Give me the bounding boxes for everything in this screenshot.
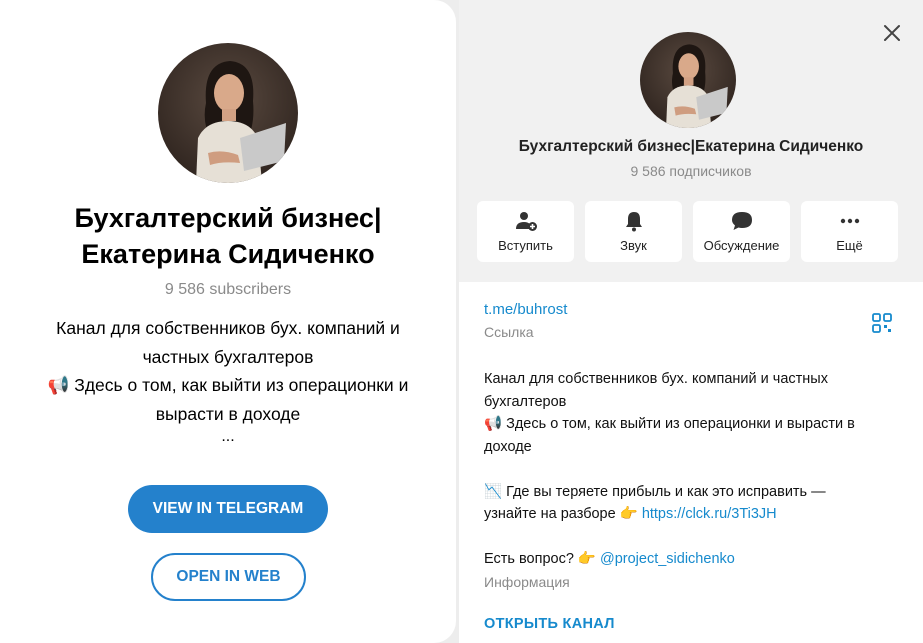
link-section: t.me/buhrost Ссылка <box>484 301 904 340</box>
channel-info-panel: Бухгалтерский бизнес|Екатерина Сидиченко… <box>459 0 923 643</box>
chat-bubble-icon <box>731 212 752 230</box>
discussion-button[interactable]: Обсуждение <box>693 201 790 262</box>
web-preview-card: Бухгалтерский бизнес| Екатерина Сидиченк… <box>0 0 456 643</box>
channel-avatar <box>158 43 298 183</box>
join-label: Вступить <box>498 238 553 253</box>
more-label: Ещё <box>836 238 863 253</box>
more-dots-icon <box>840 218 859 224</box>
sound-button[interactable]: Звук <box>585 201 682 262</box>
channel-description: Канал для собственников бух. компаний и … <box>484 368 909 571</box>
join-button[interactable]: Вступить <box>477 201 574 262</box>
description-line: 📢 Здесь о том, как выйти из операционки … <box>484 416 855 432</box>
open-in-web-button[interactable]: OPEN IN WEB <box>151 553 306 601</box>
subscriber-count: 9 586 подписчиков <box>630 163 752 179</box>
description-line: доходе <box>484 438 532 455</box>
description-spacer <box>484 526 909 549</box>
description-line: вырасти в доходе <box>155 403 301 424</box>
description-text: узнайте на разборе 👉 <box>484 506 642 522</box>
channel-avatar <box>640 32 736 128</box>
channel-link[interactable]: t.me/buhrost <box>484 301 904 318</box>
description-line: Канал для собственников бух. компаний и … <box>484 371 828 387</box>
description-ellipsis: ... <box>221 428 235 445</box>
channel-title-line2: Екатерина Сидиченко <box>81 239 375 269</box>
qr-code-icon[interactable] <box>871 312 893 334</box>
contact-link[interactable]: @project_sidichenko <box>600 551 735 567</box>
description-text: Есть вопрос? 👉 <box>484 551 600 567</box>
channel-name: Бухгалтерский бизнес|Екатерина Сидиченко <box>518 138 864 155</box>
close-icon[interactable] <box>881 22 903 44</box>
view-in-telegram-button[interactable]: VIEW IN TELEGRAM <box>128 485 328 533</box>
more-button[interactable]: Ещё <box>801 201 898 262</box>
channel-title-line1: Бухгалтерский бизнес| <box>74 203 382 233</box>
discussion-label: Обсуждение <box>703 238 780 253</box>
link-caption: Ссылка <box>484 324 534 340</box>
clck-link[interactable]: https://clck.ru/3Ti3JH <box>642 506 777 522</box>
add-user-icon <box>515 212 537 231</box>
description-line: бухгалтеров <box>484 393 567 410</box>
bell-icon <box>625 212 642 232</box>
open-channel-button[interactable]: ОТКРЫТЬ КАНАЛ <box>484 616 615 632</box>
description-line: узнайте на разборе 👉 https://clck.ru/3Ti… <box>484 503 909 526</box>
sound-label: Звук <box>620 238 647 253</box>
channel-description: Канал для собственников бух. компаний и … <box>20 314 436 428</box>
description-line: 📢 Здесь о том, как выйти из операционки … <box>47 375 409 395</box>
description-line: Есть вопрос? 👉 @project_sidichenko <box>484 548 909 571</box>
description-line: 📉 Где вы теряете прибыль и как это испра… <box>484 483 826 500</box>
action-row: Вступить Звук Обсуждение Ещё <box>477 201 898 262</box>
description-spacer <box>484 458 909 481</box>
channel-title: Бухгалтерский бизнес| Екатерина Сидиченк… <box>0 200 456 272</box>
subscriber-count: 9 586 subscribers <box>164 281 292 298</box>
description-line: Канал для собственников бух. компаний и <box>56 318 400 338</box>
info-caption: Информация <box>484 574 570 590</box>
description-line: частных бухгалтеров <box>142 346 314 367</box>
